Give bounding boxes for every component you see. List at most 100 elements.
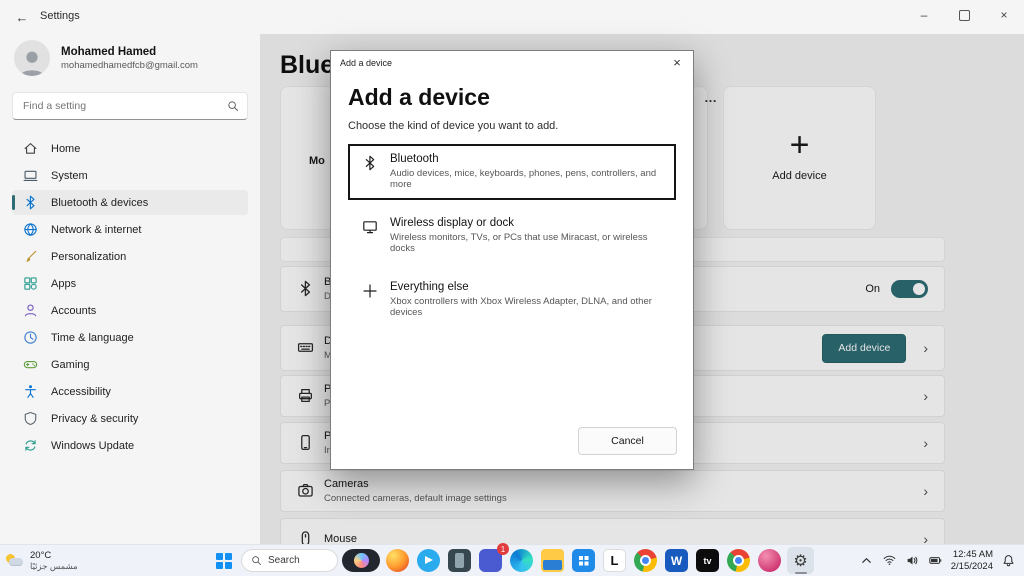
word-icon: W — [665, 549, 688, 572]
bluetooth-icon — [297, 280, 315, 298]
taskbar-app-chrome[interactable] — [632, 547, 659, 574]
file-explorer-icon — [541, 549, 564, 572]
chevron-right-icon: › — [923, 340, 928, 356]
ellipsis-icon: … — [704, 90, 718, 105]
more-options-button[interactable]: … — [698, 88, 724, 106]
display-icon — [362, 219, 379, 236]
close-icon: × — [673, 55, 681, 70]
notification-bell-icon[interactable] — [1001, 553, 1016, 568]
accessibility-icon — [22, 384, 38, 400]
back-button[interactable]: ← — [8, 6, 36, 28]
add-device-dialog: Add a device × Add a device Choose the k… — [330, 50, 694, 470]
sidebar-item-label: Accessibility — [51, 386, 111, 398]
option-bluetooth[interactable]: Bluetooth Audio devices, mice, keyboards… — [348, 144, 676, 200]
sidebar-item-apps[interactable]: Apps — [12, 271, 248, 296]
add-device-card-label: Add device — [772, 170, 826, 182]
add-device-button[interactable]: Add device — [822, 334, 906, 363]
option-description: Xbox controllers with Xbox Wireless Adap… — [390, 296, 664, 318]
taskbar-app-chrome-2[interactable] — [725, 547, 752, 574]
sidebar-item-privacy-security[interactable]: Privacy & security — [12, 406, 248, 431]
printer-icon — [297, 387, 315, 405]
taskbar-app-file-explorer[interactable] — [539, 547, 566, 574]
sidebar-item-accounts[interactable]: Accounts — [12, 298, 248, 323]
close-button[interactable]: × — [984, 0, 1024, 30]
device-card-title: Mo — [309, 155, 325, 167]
avatar — [14, 40, 50, 76]
battery-icon[interactable] — [928, 553, 943, 568]
taskbar-app-l[interactable]: L — [601, 547, 628, 574]
taskbar-clock[interactable]: 12:45 AM 2/15/2024 — [951, 549, 993, 573]
phone-link-icon — [448, 549, 471, 572]
dialog-close-button[interactable]: × — [661, 51, 693, 74]
sidebar-item-time-language[interactable]: Time & language — [12, 325, 248, 350]
sidebar: Mohamed Hamed mohamedhamedfcb@gmail.com … — [0, 34, 260, 545]
taskbar-app-tv[interactable]: tv — [694, 547, 721, 574]
weather-temperature: 20°C — [30, 550, 78, 561]
profile-email: mohamedhamedfcb@gmail.com — [61, 60, 198, 71]
taskbar-app-paint[interactable] — [756, 547, 783, 574]
system-icon — [22, 168, 38, 184]
mouse-icon — [297, 530, 315, 545]
settings-window: ← Settings – × Mohamed Hamed mohamedhame… — [0, 0, 1024, 576]
sidebar-item-system[interactable]: System — [12, 163, 248, 188]
pink-app-icon — [758, 549, 781, 572]
chrome-icon — [634, 549, 657, 572]
option-wireless-display[interactable]: Wireless display or dock Wireless monito… — [348, 208, 676, 264]
taskbar-app-teams[interactable]: 1 — [477, 547, 504, 574]
profile-name: Mohamed Hamed — [61, 45, 198, 60]
sidebar-item-personalization[interactable]: Personalization — [12, 244, 248, 269]
maximize-button[interactable] — [944, 0, 984, 30]
taskbar-app-settings[interactable]: ⚙ — [787, 547, 814, 574]
sidebar-item-windows-update[interactable]: Windows Update — [12, 433, 248, 458]
app-title: Settings — [40, 10, 80, 22]
sidebar-item-home[interactable]: Home — [12, 136, 248, 161]
partly-sunny-icon — [6, 553, 24, 569]
start-button[interactable] — [210, 547, 237, 574]
taskbar-app-edge[interactable] — [508, 547, 535, 574]
sidebar-item-bluetooth-devices[interactable]: Bluetooth & devices — [12, 190, 248, 215]
dialog-subtitle: Choose the kind of device you want to ad… — [348, 120, 676, 132]
sidebar-item-gaming[interactable]: Gaming — [12, 352, 248, 377]
sidebar-item-network[interactable]: Network & internet — [12, 217, 248, 242]
minimize-button[interactable]: – — [904, 0, 944, 30]
add-device-card[interactable]: + Add device — [723, 86, 876, 230]
row-title: Cameras — [324, 478, 507, 490]
option-title: Everything else — [390, 281, 664, 293]
close-icon: × — [1000, 8, 1007, 22]
sync-icon — [22, 438, 38, 454]
settings-search-box[interactable] — [12, 92, 248, 120]
volume-icon[interactable] — [905, 553, 920, 568]
device-type-options: Bluetooth Audio devices, mice, keyboards… — [348, 144, 676, 328]
taskbar-app-phone-link[interactable] — [446, 547, 473, 574]
sidebar-item-accessibility[interactable]: Accessibility — [12, 379, 248, 404]
taskbar-search[interactable]: Search — [241, 549, 338, 572]
option-description: Wireless monitors, TVs, or PCs that use … — [390, 232, 664, 254]
row-description: Connected cameras, default image setting… — [324, 493, 507, 504]
back-arrow-icon: ← — [16, 10, 29, 25]
search-input[interactable] — [21, 99, 227, 113]
taskbar-app-firefox[interactable] — [384, 547, 411, 574]
chevron-right-icon: › — [923, 483, 928, 499]
option-everything-else[interactable]: Everything else Xbox controllers with Xb… — [348, 272, 676, 328]
weather-widget[interactable]: 20°C مشمس جزئيًا — [6, 548, 78, 573]
bluetooth-toggle[interactable] — [891, 280, 928, 298]
sidebar-item-label: System — [51, 170, 88, 182]
sidebar-item-label: Privacy & security — [51, 413, 138, 425]
firefox-icon — [386, 549, 409, 572]
cancel-button[interactable]: Cancel — [578, 427, 677, 455]
weather-condition: مشمس جزئيًا — [30, 561, 78, 571]
telegram-icon — [417, 549, 440, 572]
user-profile[interactable]: Mohamed Hamed mohamedhamedfcb@gmail.com — [12, 36, 248, 92]
taskbar-app-store[interactable] — [570, 547, 597, 574]
taskbar-app-word[interactable]: W — [663, 547, 690, 574]
window-controls: – × — [904, 0, 1024, 30]
mouse-row[interactable]: Mouse › — [280, 518, 945, 545]
copilot-button[interactable] — [342, 549, 380, 572]
cameras-row[interactable]: Cameras Connected cameras, default image… — [280, 470, 945, 512]
taskbar-app-telegram[interactable] — [415, 547, 442, 574]
settings-gear-icon: ⚙ — [789, 549, 812, 572]
wifi-icon[interactable] — [882, 553, 897, 568]
tv-app-icon: tv — [696, 549, 719, 572]
hidden-icons-chevron[interactable] — [859, 553, 874, 568]
taskbar-search-label: Search — [268, 555, 300, 566]
